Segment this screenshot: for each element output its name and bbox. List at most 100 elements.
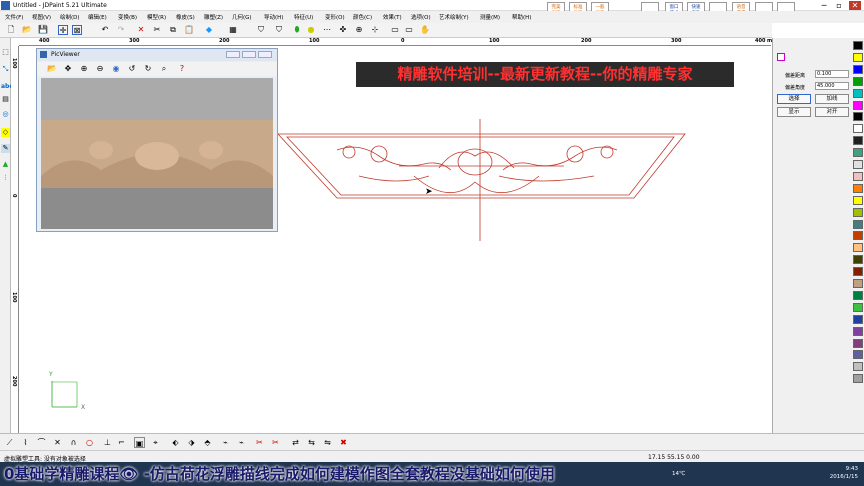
- rect-tool-icon[interactable]: ▤: [1, 95, 10, 104]
- color-swatch[interactable]: [853, 243, 863, 253]
- group-icon[interactable]: ⊕: [354, 25, 364, 35]
- undo-icon[interactable]: ↶: [100, 25, 110, 35]
- pv-help-icon[interactable]: ?: [177, 64, 187, 74]
- arc-tool-icon[interactable]: ⌒: [36, 437, 47, 448]
- layer-icon[interactable]: ▦: [228, 25, 238, 35]
- snap-icon[interactable]: ✜: [338, 25, 348, 35]
- diamond-tool-icon[interactable]: ◇: [1, 128, 10, 137]
- grid-icon[interactable]: ⋯: [322, 25, 332, 35]
- menu-item-16[interactable]: 测量(M): [480, 13, 500, 21]
- show-button[interactable]: 显示: [777, 107, 811, 117]
- shield-icon[interactable]: ⛉: [256, 25, 266, 35]
- circle-tool-icon[interactable]: ◎: [1, 110, 10, 119]
- page2-icon[interactable]: ▭: [404, 25, 414, 35]
- select-box-icon[interactable]: ⬚: [1, 48, 10, 57]
- fill-tool-icon[interactable]: ▲: [1, 160, 10, 169]
- pv-move-icon[interactable]: ✥: [63, 64, 73, 74]
- menu-item-4[interactable]: 变换(B): [118, 13, 137, 21]
- menu-item-13[interactable]: 效果(T): [383, 13, 402, 21]
- color-swatch[interactable]: [853, 326, 863, 336]
- color-swatch[interactable]: [853, 279, 863, 288]
- picviewer-minimize-button[interactable]: [226, 51, 240, 58]
- pen-tool-icon[interactable]: ✎: [1, 144, 10, 153]
- menu-item-14[interactable]: 选项(O): [411, 13, 431, 21]
- pv-zoom-out-icon[interactable]: ⊖: [95, 64, 105, 74]
- menu-item-9[interactable]: 导动(H): [264, 13, 283, 21]
- hand-icon[interactable]: ✋: [420, 25, 430, 35]
- split-button[interactable]: 对开: [815, 107, 849, 117]
- menu-item-6[interactable]: 橡皮(S): [176, 13, 195, 21]
- minimize-button[interactable]: ─: [818, 1, 830, 10]
- measure-icon[interactable]: ⊹: [370, 25, 380, 35]
- menu-item-11[interactable]: 变形(O): [325, 13, 345, 21]
- misc-tool-icon[interactable]: ⫶: [1, 174, 10, 183]
- pv-rotate-right-icon[interactable]: ↻: [143, 64, 153, 74]
- menu-item-1[interactable]: 视图(V): [32, 13, 51, 21]
- diamond3-icon[interactable]: ⬘: [202, 437, 213, 448]
- menu-item-12[interactable]: 颜色(C): [353, 13, 372, 21]
- trim2-icon[interactable]: ✂: [270, 437, 281, 448]
- color-swatch[interactable]: [853, 350, 863, 360]
- color-swatch[interactable]: [853, 255, 863, 265]
- polyline-tool-icon[interactable]: ⌇: [20, 437, 31, 448]
- color-swatch[interactable]: [853, 88, 863, 98]
- shield-outline-icon[interactable]: ⛉: [274, 25, 284, 35]
- delete-red-icon[interactable]: ✖: [338, 437, 349, 448]
- color-swatch[interactable]: [853, 183, 863, 193]
- menu-item-8[interactable]: 几何(G): [232, 13, 252, 21]
- menu-item-2[interactable]: 绘制(D): [60, 13, 80, 21]
- close-button[interactable]: ✕: [849, 1, 861, 10]
- text-tool-icon[interactable]: abc: [1, 82, 13, 91]
- curve-tool-icon[interactable]: ∩: [68, 437, 79, 448]
- menu-item-15[interactable]: 艺术绘制(Y): [439, 13, 469, 21]
- pin-icon[interactable]: ⬮: [292, 25, 302, 35]
- save-icon[interactable]: 💾: [38, 25, 48, 35]
- trim-icon[interactable]: ✂: [254, 437, 265, 448]
- transform2-icon[interactable]: ⇆: [306, 437, 317, 448]
- color-swatch[interactable]: [853, 148, 863, 158]
- open-file-icon[interactable]: 📂: [22, 25, 32, 35]
- menu-item-0[interactable]: 文件(F): [5, 13, 23, 21]
- color-swatch[interactable]: [853, 124, 863, 134]
- deviation-distance-input[interactable]: 0.100: [815, 70, 849, 78]
- pv-actual-size-icon[interactable]: ⌕: [159, 64, 169, 74]
- color-swatch[interactable]: [853, 374, 863, 384]
- color-swatch[interactable]: [853, 52, 863, 62]
- tangent-icon[interactable]: ⌐: [116, 437, 127, 448]
- color-swatch[interactable]: [853, 171, 863, 181]
- transform3-icon[interactable]: ⇋: [322, 437, 333, 448]
- cut-icon[interactable]: ✂: [152, 25, 162, 35]
- color-swatch[interactable]: [853, 267, 863, 277]
- paste-icon[interactable]: 📋: [184, 25, 194, 35]
- color-swatch[interactable]: [853, 195, 863, 205]
- line-tool-icon[interactable]: ⟋: [4, 437, 15, 448]
- select-tool-icon[interactable]: ✛: [58, 25, 68, 35]
- picviewer-close-button[interactable]: [258, 51, 272, 58]
- diamond2-icon[interactable]: ⬗: [186, 437, 197, 448]
- menu-item-10[interactable]: 特征(U): [294, 13, 313, 21]
- panel-tab-icon[interactable]: [777, 53, 785, 61]
- point-snap-icon[interactable]: ▣: [134, 437, 145, 448]
- zoom-window-icon[interactable]: ⊠: [72, 25, 82, 35]
- color-swatch[interactable]: [853, 302, 863, 312]
- redo-icon[interactable]: ↷: [116, 25, 126, 35]
- bulb-icon[interactable]: ●: [306, 25, 316, 35]
- color-swatch[interactable]: [853, 64, 863, 74]
- color-swatch[interactable]: [853, 76, 863, 86]
- color-swatch[interactable]: [853, 136, 863, 146]
- page-icon[interactable]: ▭: [390, 25, 400, 35]
- diamond1-icon[interactable]: ⬖: [170, 437, 181, 448]
- transform-icon[interactable]: ⇄: [290, 437, 301, 448]
- color-swatch[interactable]: [853, 338, 863, 348]
- add-line-button[interactable]: 加线: [815, 94, 849, 104]
- circle-icon[interactable]: ○: [84, 437, 95, 448]
- menu-item-17[interactable]: 帮助(H): [512, 13, 531, 21]
- color-swatch[interactable]: [853, 41, 863, 50]
- knife-icon[interactable]: ⌁: [220, 437, 231, 448]
- color-swatch[interactable]: [853, 112, 863, 122]
- color-swatch[interactable]: [853, 362, 863, 372]
- perpendicular-icon[interactable]: ⊥: [102, 437, 113, 448]
- knife2-icon[interactable]: ⌁: [236, 437, 247, 448]
- picviewer-maximize-button[interactable]: [242, 51, 256, 58]
- pv-open-icon[interactable]: 📂: [47, 64, 57, 74]
